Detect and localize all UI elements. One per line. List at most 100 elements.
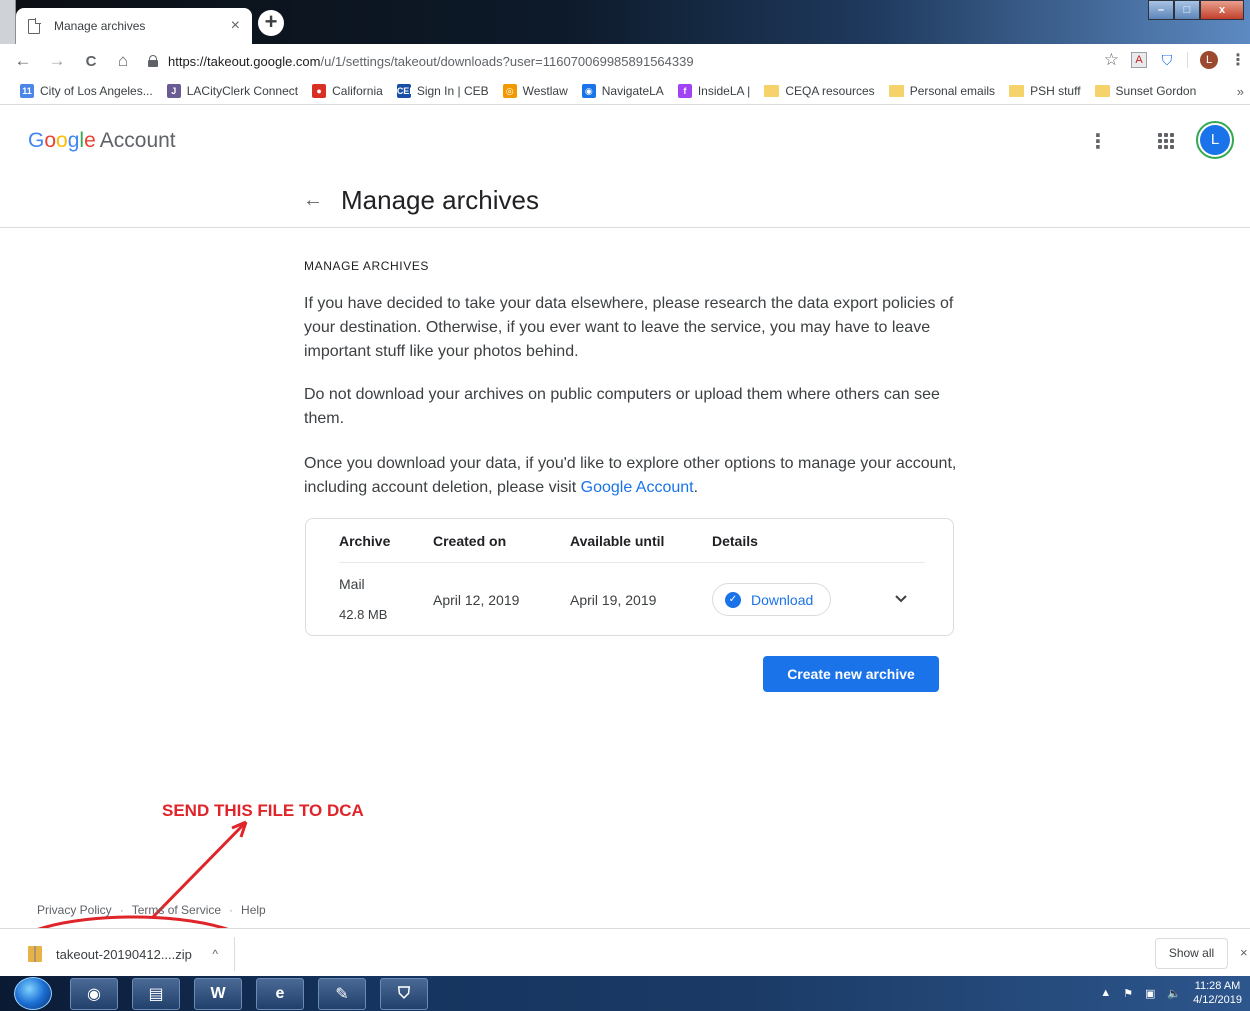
bookmark-item[interactable]: J LACityClerk Connect xyxy=(166,84,299,98)
tray-expand-icon[interactable]: ▲ xyxy=(1100,987,1111,999)
flag-icon[interactable]: ⚑ xyxy=(1123,987,1133,1000)
volume-icon[interactable]: 🔈 xyxy=(1167,987,1181,1000)
bookmarks-bar: 11 City of Los Angeles... J LACityClerk Con… xyxy=(0,78,1250,105)
logo-letter: e xyxy=(84,129,96,152)
column-header-available: Available until xyxy=(570,533,665,549)
apps-grid-icon[interactable] xyxy=(1158,133,1174,149)
annotation-arrowhead xyxy=(231,820,248,838)
chevron-up-icon[interactable]: ^ xyxy=(212,947,218,961)
url-path: /u/1/settings/takeout/downloads?user=116… xyxy=(320,53,694,69)
address-bar-row: ← → C ⌂ https://takeout.google.com/u/1/s… xyxy=(0,44,1250,78)
internet-explorer-taskbar-icon[interactable]: e xyxy=(256,978,304,1010)
column-header-details: Details xyxy=(712,533,758,549)
toolbar-divider xyxy=(1187,52,1188,68)
bookmark-item[interactable]: 11 City of Los Angeles... xyxy=(20,84,153,98)
paint-taskbar-icon[interactable]: ✎ xyxy=(318,978,366,1010)
browser-tab[interactable]: Manage archives × xyxy=(16,8,252,44)
shield-taskbar-icon[interactable]: ⛉ xyxy=(380,978,428,1010)
bookmark-item[interactable]: ● California xyxy=(312,84,383,98)
california-icon: ● xyxy=(312,84,327,98)
more-options-icon[interactable]: ⋮ xyxy=(1088,129,1108,154)
url-field[interactable]: https://takeout.google.com/u/1/settings/… xyxy=(148,49,1113,73)
page-icon xyxy=(28,17,41,34)
page-header: ← Manage archives xyxy=(0,175,1250,228)
clock-date: 4/12/2019 xyxy=(1193,994,1242,1006)
tab-title: Manage archives xyxy=(54,19,146,33)
bookmark-item[interactable]: CEQA resources xyxy=(764,84,875,98)
reload-button[interactable]: C xyxy=(78,53,104,70)
download-item[interactable]: takeout-20190412....zip ^ xyxy=(10,937,235,971)
create-new-archive-button[interactable]: Create new archive xyxy=(763,656,939,692)
tab-close-icon[interactable]: × xyxy=(231,17,240,35)
pdf-extension-icon[interactable]: A xyxy=(1131,52,1147,68)
google-account-header: Google Account ⋮ L xyxy=(0,105,1250,175)
minimize-button[interactable]: – xyxy=(1148,0,1174,20)
terms-of-service-link[interactable]: Terms of Service xyxy=(132,903,221,917)
network-icon[interactable]: ▣ xyxy=(1145,987,1155,1000)
bookmark-item[interactable]: Sunset Gordon xyxy=(1094,84,1197,98)
created-date: April 12, 2019 xyxy=(433,592,520,608)
account-avatar[interactable]: L xyxy=(1196,121,1234,159)
home-button[interactable]: ⌂ xyxy=(110,51,136,71)
show-all-button[interactable]: Show all xyxy=(1155,938,1228,969)
archive-name: Mail xyxy=(339,576,365,592)
bookmark-item[interactable]: CEB Sign In | CEB xyxy=(396,84,489,98)
profile-avatar[interactable]: L xyxy=(1200,51,1218,69)
header-divider xyxy=(339,562,925,563)
bookmark-star-icon[interactable]: ☆ xyxy=(1104,50,1119,70)
url-text: https://takeout.google.com/u/1/settings/… xyxy=(168,54,694,69)
download-label: Download xyxy=(751,591,814,608)
folder-icon xyxy=(888,85,904,97)
check-circle-icon: ✓ xyxy=(725,591,741,608)
window-edge xyxy=(0,0,16,44)
bookmark-item[interactable]: PSH stuff xyxy=(1009,84,1081,98)
lock-icon xyxy=(148,55,158,67)
browser-menu-icon[interactable]: ⋮ xyxy=(1230,50,1246,70)
bookmark-item[interactable]: ◎ Westlaw xyxy=(502,84,568,98)
bookmark-item[interactable]: f InsideLA | xyxy=(677,84,750,98)
logo-letter: G xyxy=(28,129,45,152)
bookmark-label: California xyxy=(332,84,383,98)
shield-extension-icon[interactable]: ⛉ xyxy=(1159,52,1175,68)
back-arrow-icon[interactable]: ← xyxy=(303,189,323,212)
chrome-taskbar-icon[interactable]: ◉ xyxy=(70,978,118,1010)
chevron-down-icon[interactable] xyxy=(894,591,908,607)
toolbar-actions: ☆ A ⛉ L ⋮ xyxy=(1104,50,1246,70)
start-button[interactable] xyxy=(14,977,52,1010)
clock[interactable]: 11:28 AM 4/12/2019 xyxy=(1193,979,1242,1007)
google-account-link[interactable]: Google Account xyxy=(581,479,694,496)
url-host: https://takeout.google.com xyxy=(168,53,321,69)
section-label: MANAGE ARCHIVES xyxy=(304,259,430,273)
column-header-created: Created on xyxy=(433,533,507,549)
bookmark-label: PSH stuff xyxy=(1030,84,1081,98)
bookmark-label: CEQA resources xyxy=(785,84,875,98)
bookmark-label: Sunset Gordon xyxy=(1115,84,1197,98)
logo-letter: o xyxy=(56,129,68,152)
logo-letter: o xyxy=(44,129,57,152)
explorer-taskbar-icon[interactable]: ▤ xyxy=(132,978,180,1010)
help-link[interactable]: Help xyxy=(241,903,266,917)
word-taskbar-icon[interactable]: W xyxy=(194,978,242,1010)
maximize-button[interactable]: □ xyxy=(1174,0,1200,20)
ceb-icon: CEB xyxy=(396,84,416,98)
browser-tab-strip: Manage archives × + – □ x xyxy=(0,0,1250,44)
download-button[interactable]: ✓ Download xyxy=(712,583,831,616)
new-tab-button[interactable]: + xyxy=(258,10,284,36)
page-footer: Privacy Policy · Terms of Service · Help xyxy=(37,903,266,917)
bookmark-item[interactable]: ◉ NavigateLA xyxy=(581,84,664,98)
info-paragraph-3: Once you download your data, if you'd li… xyxy=(304,452,964,500)
download-file-name: takeout-20190412....zip xyxy=(56,946,192,962)
footer-separator: · xyxy=(229,903,234,917)
more-bookmarks-icon[interactable]: » xyxy=(1237,84,1244,99)
google-account-logo[interactable]: Google Account xyxy=(28,129,176,153)
forward-button[interactable]: → xyxy=(44,51,70,71)
navigatela-icon: ◉ xyxy=(581,84,596,98)
privacy-policy-link[interactable]: Privacy Policy xyxy=(37,903,112,917)
clerk-icon: J xyxy=(166,84,181,98)
westlaw-icon: ◎ xyxy=(502,84,517,98)
bookmark-label: LACityClerk Connect xyxy=(186,84,299,98)
back-button[interactable]: ← xyxy=(10,51,36,71)
bookmark-item[interactable]: Personal emails xyxy=(888,84,995,98)
close-shelf-icon[interactable]: × xyxy=(1240,945,1248,960)
close-window-button[interactable]: x xyxy=(1200,0,1244,20)
